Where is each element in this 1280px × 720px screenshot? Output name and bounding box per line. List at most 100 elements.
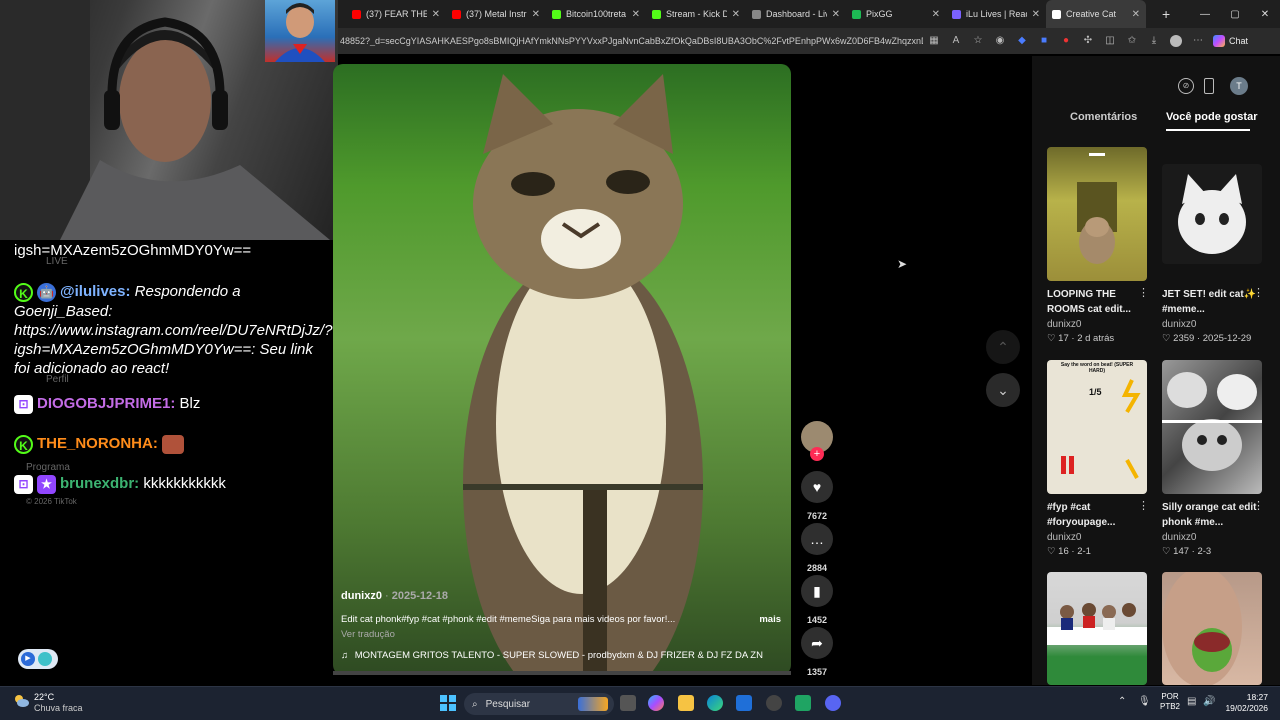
video-card-thumbnail[interactable] [1047, 147, 1147, 281]
new-tab-button[interactable]: + [1162, 6, 1170, 22]
photos-app-icon[interactable] [736, 695, 752, 711]
emote-icon [162, 434, 185, 454]
comment-button[interactable]: … 2884 [801, 523, 833, 573]
url-field[interactable]: 48852?_d=secCgYIASAHKAESPgo8sBMIQjHAfYmk… [338, 36, 923, 46]
weather-icon[interactable] [12, 693, 30, 709]
caption-more-link[interactable]: mais [759, 614, 781, 625]
video-card-thumbnail[interactable] [1162, 572, 1262, 685]
card-title[interactable]: #fyp #cat #foryoupage... [1047, 500, 1142, 530]
discord-icon[interactable] [825, 695, 841, 711]
clock[interactable]: 18:27 19/02/2026 [1222, 692, 1268, 714]
more-options-icon[interactable]: ⋮ [1253, 286, 1264, 299]
tab-title: (37) FEAR THE [366, 9, 427, 19]
edge-browser-icon[interactable] [707, 695, 723, 711]
split-screen-icon[interactable]: ◫ [1104, 35, 1116, 47]
language-indicator[interactable]: POR PTB2 [1160, 692, 1180, 712]
shield-icon[interactable]: ◆ [1016, 35, 1028, 47]
browser-tab[interactable]: Stream - Kick Da ✕ [646, 0, 746, 28]
close-tab-icon[interactable]: ✕ [1132, 9, 1140, 20]
close-tab-icon[interactable]: ✕ [732, 9, 740, 20]
spreadsheet-app-icon[interactable] [795, 695, 811, 711]
card-user[interactable]: dunixz0 [1047, 319, 1081, 330]
browser-tab[interactable]: (37) Metal Instrum ✕ [446, 0, 546, 28]
card-title[interactable]: JET SET! edit cat✨ #meme... [1162, 287, 1257, 317]
thumb-text: Say the word on beat! (SUPER HARD) [1060, 362, 1134, 374]
chevron-up-icon[interactable]: ⌃ [1118, 696, 1126, 707]
more-options-icon[interactable]: ⋮ [1138, 499, 1149, 512]
weather-widget[interactable]: 22°C Chuva fraca [34, 692, 83, 714]
extension-icon[interactable]: ◉ [994, 35, 1006, 47]
video-player[interactable] [333, 64, 791, 675]
mobile-icon[interactable] [1204, 78, 1214, 94]
app-icon[interactable] [766, 695, 782, 711]
record-icon[interactable]: ● [1060, 35, 1072, 47]
task-view-icon[interactable] [620, 695, 636, 711]
previous-video-button[interactable]: ⌃ [986, 330, 1020, 364]
like-button[interactable]: ♥ 7672 [801, 471, 833, 521]
start-button[interactable] [440, 695, 456, 711]
more-options-icon[interactable]: ⋮ [1138, 286, 1149, 299]
copilot-app-icon[interactable] [648, 695, 664, 711]
card-user[interactable]: dunixz0 [1162, 319, 1196, 330]
taskbar-search[interactable]: ⌕ Pesquisar [464, 693, 614, 715]
tab-you-may-like[interactable]: Você pode gostar [1166, 111, 1257, 123]
card-user[interactable]: dunixz0 [1162, 532, 1196, 543]
translate-icon[interactable]: A [950, 35, 962, 47]
more-options-icon[interactable]: ⋮ [1253, 499, 1264, 512]
save-button[interactable]: ▮ 1452 [801, 575, 833, 625]
download-icon[interactable]: ⤓ [1148, 35, 1160, 47]
follow-plus-icon[interactable]: + [810, 447, 824, 461]
close-window-button[interactable]: ✕ [1250, 9, 1280, 20]
close-tab-icon[interactable]: ✕ [1032, 9, 1040, 20]
video-progress-bar[interactable] [333, 671, 791, 675]
video-card-thumbnail[interactable]: Say the word on beat! (SUPER HARD) 1/5 [1047, 360, 1147, 494]
microphone-icon[interactable]: 🎙 [1138, 696, 1151, 707]
tab-favicon-icon [452, 9, 461, 19]
card-user[interactable]: dunixz0 [1047, 532, 1081, 543]
puzzle-icon[interactable]: ✣ [1082, 35, 1094, 47]
author-avatar-button[interactable]: + [801, 421, 833, 461]
tab-title: Creative Cat [1066, 9, 1117, 19]
music-title[interactable]: MONTAGEM GRITOS TALENTO - SUPER SLOWED -… [355, 650, 763, 661]
close-tab-icon[interactable]: ✕ [832, 9, 840, 20]
video-card-thumbnail[interactable] [1162, 164, 1262, 264]
close-tab-icon[interactable]: ✕ [932, 9, 940, 20]
maximize-button[interactable]: ▢ [1220, 9, 1250, 20]
video-card-thumbnail[interactable] [1162, 360, 1262, 494]
chat-message: ⊡ DIOGOBJJPRIME1: Blz [14, 394, 329, 414]
browser-tab[interactable]: Dashboard - Live ✕ [746, 0, 846, 28]
volume-icon[interactable]: 🔊 [1203, 696, 1215, 707]
translate-link[interactable]: Ver tradução [341, 629, 781, 640]
search-icon: ⌕ [472, 698, 478, 710]
star-icon[interactable]: ☆ [972, 35, 984, 47]
browser-tab[interactable]: Creative Cat ✕ [1046, 0, 1146, 28]
close-tab-icon[interactable]: ✕ [632, 9, 640, 20]
more-icon[interactable]: ⋯ [1192, 35, 1204, 47]
next-video-button[interactable]: ⌄ [986, 373, 1020, 407]
card-title[interactable]: LOOPING THE ROOMS cat edit... [1047, 287, 1142, 317]
network-icon[interactable]: ▤ [1187, 696, 1196, 707]
close-tab-icon[interactable]: ✕ [432, 9, 440, 20]
minimize-button[interactable]: — [1190, 9, 1220, 20]
apps-icon[interactable]: ▦ [928, 35, 940, 47]
stream-tool-pill[interactable]: ▶ [18, 649, 58, 669]
browser-tab[interactable]: Bitcoin100treta S ✕ [546, 0, 646, 28]
favorites-icon[interactable]: ✩ [1126, 35, 1138, 47]
browser-tab[interactable]: (37) FEAR THE ✕ [346, 0, 446, 28]
card-title[interactable]: Silly orange cat edit phonk #me... [1162, 500, 1257, 530]
picture-in-picture-thumbnail [265, 0, 335, 62]
copilot-chat-button[interactable]: Chat [1213, 35, 1248, 47]
profile-icon[interactable] [1170, 35, 1182, 47]
translator-icon[interactable]: ■ [1038, 35, 1050, 47]
video-card-thumbnail[interactable] [1047, 572, 1147, 685]
tab-comments[interactable]: Comentários [1070, 111, 1137, 123]
share-button[interactable]: ➦ 1357 [801, 627, 833, 677]
video-author[interactable]: dunixz0 [341, 590, 382, 602]
browser-tab[interactable]: PixGG ✕ [846, 0, 946, 28]
close-tab-icon[interactable]: ✕ [532, 9, 540, 20]
compass-icon[interactable]: ⊘ [1178, 78, 1194, 94]
browser-tab[interactable]: iLu Lives | React ✕ [946, 0, 1046, 28]
twitch-badge-icon: ⊡ [14, 474, 33, 494]
file-explorer-icon[interactable] [678, 695, 694, 711]
user-avatar[interactable]: T [1230, 77, 1248, 95]
